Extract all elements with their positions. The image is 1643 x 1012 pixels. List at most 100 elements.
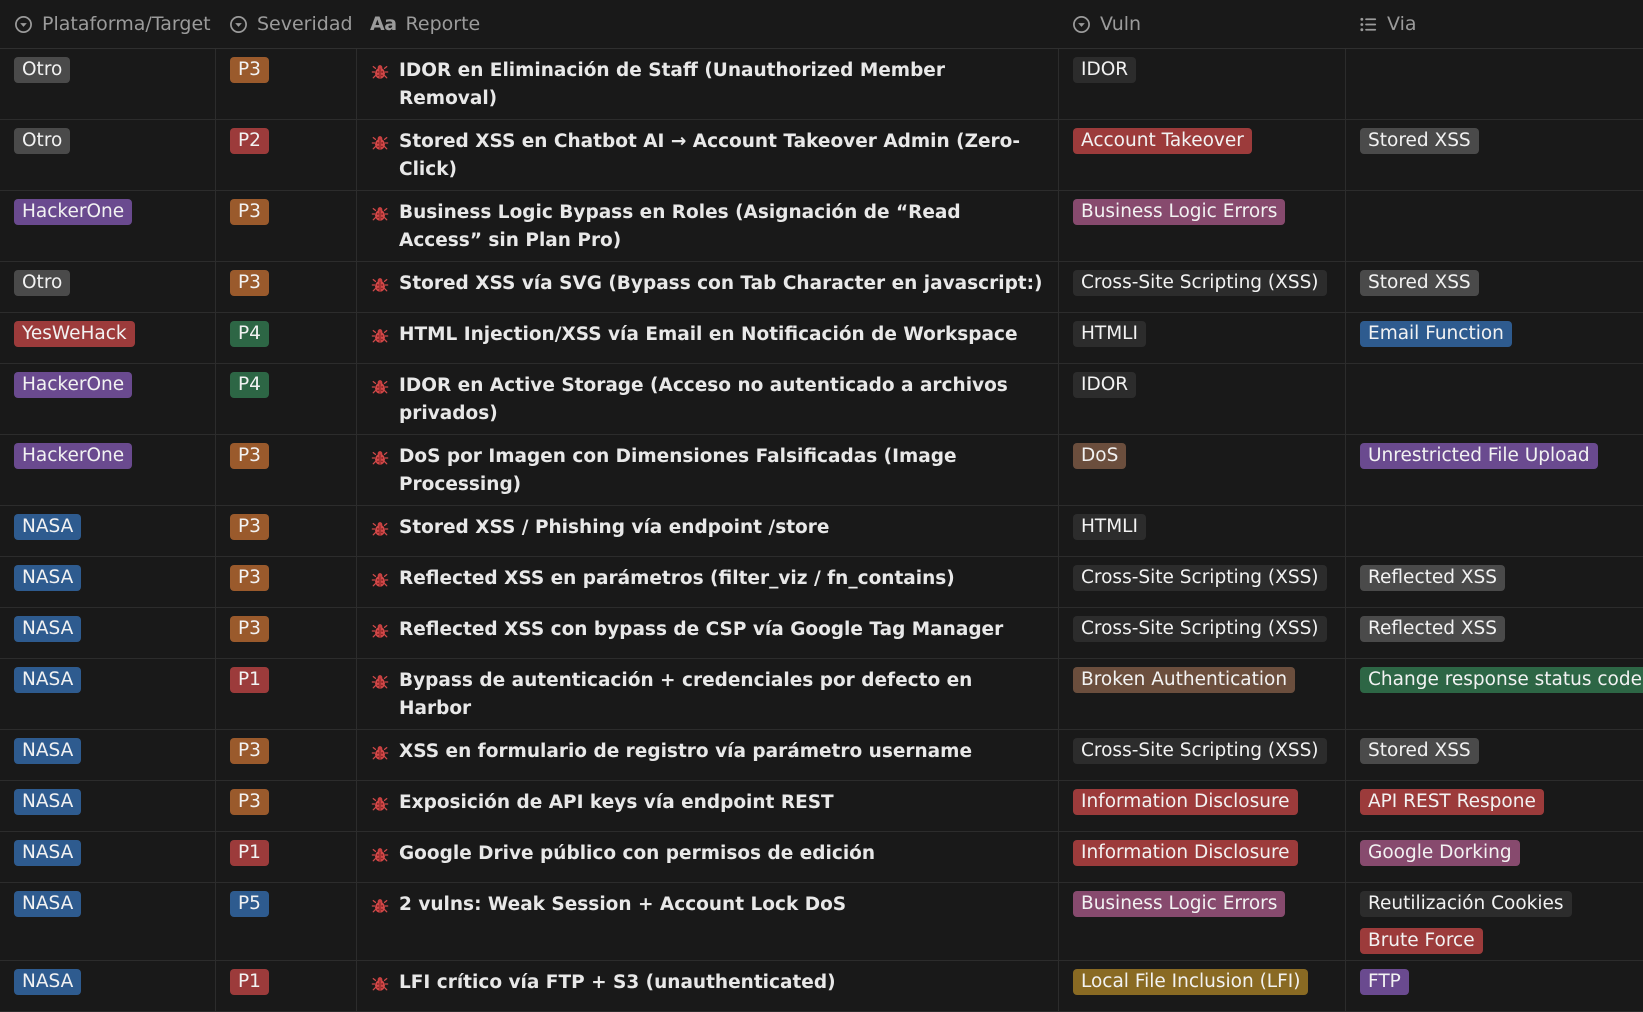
severity-tag[interactable]: P3 <box>230 789 269 815</box>
report-title-text[interactable]: Business Logic Bypass en Roles (Asignaci… <box>399 199 1048 255</box>
report-title[interactable]: Exposición de API keys vía endpoint REST <box>371 786 1048 822</box>
platform-cell[interactable]: NASA <box>0 961 215 1011</box>
report-title[interactable]: IDOR en Eliminación de Staff (Unauthoriz… <box>371 54 1048 113</box>
via-tag[interactable]: Reflected XSS <box>1360 565 1506 591</box>
severity-tag[interactable]: P3 <box>230 616 269 642</box>
vuln-cell[interactable]: Information Disclosure <box>1058 832 1345 882</box>
report-title[interactable]: XSS en formulario de registro vía paráme… <box>371 735 1048 771</box>
vuln-cell[interactable]: Account Takeover <box>1058 120 1345 190</box>
report-title[interactable]: Business Logic Bypass en Roles (Asignaci… <box>371 196 1048 255</box>
column-header-vuln[interactable]: Vuln <box>1058 0 1345 48</box>
platform-tag[interactable]: Otro <box>14 57 71 83</box>
report-title[interactable]: Stored XSS vía SVG (Bypass con Tab Chara… <box>371 267 1048 303</box>
report-title-text[interactable]: DoS por Imagen con Dimensiones Falsifica… <box>399 443 1048 499</box>
report-cell[interactable]: Stored XSS vía SVG (Bypass con Tab Chara… <box>356 262 1058 312</box>
severity-cell[interactable]: P4 <box>215 364 356 434</box>
vuln-tag[interactable]: Information Disclosure <box>1073 789 1298 815</box>
table-row[interactable]: NASA P3 Exposición de API keys vía endpoin… <box>0 781 1643 832</box>
via-cell[interactable]: Stored XSS <box>1345 262 1643 312</box>
vuln-cell[interactable]: Business Logic Errors <box>1058 191 1345 261</box>
report-cell[interactable]: Reflected XSS con bypass de CSP vía Goog… <box>356 608 1058 658</box>
report-cell[interactable]: LFI crítico vía FTP + S3 (unauthenticate… <box>356 961 1058 1011</box>
report-title-text[interactable]: IDOR en Active Storage (Acceso no autent… <box>399 372 1048 428</box>
report-title[interactable]: Bypass de autenticación + credenciales p… <box>371 664 1048 723</box>
vuln-tag[interactable]: Account Takeover <box>1073 128 1252 154</box>
via-cell[interactable]: Email Function <box>1345 313 1643 363</box>
vuln-tag[interactable]: Cross-Site Scripting (XSS) <box>1073 270 1327 296</box>
platform-tag[interactable]: NASA <box>14 514 82 540</box>
severity-tag[interactable]: P1 <box>230 969 269 995</box>
platform-cell[interactable]: YesWeHack <box>0 313 215 363</box>
vuln-tag[interactable]: Local File Inclusion (LFI) <box>1073 969 1309 995</box>
platform-cell[interactable]: NASA <box>0 730 215 780</box>
platform-tag[interactable]: NASA <box>14 667 82 693</box>
report-title[interactable]: HTML Injection/XSS vía Email en Notifica… <box>371 318 1048 354</box>
report-cell[interactable]: Bypass de autenticación + credenciales p… <box>356 659 1058 729</box>
platform-cell[interactable]: HackerOne <box>0 435 215 505</box>
platform-cell[interactable]: Otro <box>0 262 215 312</box>
table-row[interactable]: NASA P3 Stored XSS / Phishing vía endpoint… <box>0 506 1643 557</box>
severity-tag[interactable]: P2 <box>230 128 269 154</box>
report-title[interactable]: Google Drive público con permisos de edi… <box>371 837 1048 873</box>
platform-cell[interactable]: NASA <box>0 557 215 607</box>
platform-tag[interactable]: NASA <box>14 891 82 917</box>
column-header-report[interactable]: Aa Reporte <box>356 0 1058 48</box>
severity-cell[interactable]: P3 <box>215 49 356 119</box>
report-cell[interactable]: Google Drive público con permisos de edi… <box>356 832 1058 882</box>
severity-cell[interactable]: P3 <box>215 191 356 261</box>
severity-tag[interactable]: P3 <box>230 514 269 540</box>
report-title-text[interactable]: Reflected XSS en parámetros (filter_viz … <box>399 565 955 593</box>
platform-cell[interactable]: Otro <box>0 49 215 119</box>
report-title-text[interactable]: Bypass de autenticación + credenciales p… <box>399 667 1048 723</box>
column-header-severity[interactable]: Severidad <box>215 0 356 48</box>
severity-cell[interactable]: P3 <box>215 262 356 312</box>
platform-cell[interactable]: NASA <box>0 832 215 882</box>
report-title[interactable]: IDOR en Active Storage (Acceso no autent… <box>371 369 1048 428</box>
vuln-tag[interactable]: Broken Authentication <box>1073 667 1296 693</box>
via-cell[interactable]: Google Dorking <box>1345 832 1643 882</box>
report-title-text[interactable]: Reflected XSS con bypass de CSP vía Goog… <box>399 616 1003 644</box>
table-row[interactable]: Otro P3 IDOR en Eliminación de Staff (Unau… <box>0 49 1643 120</box>
via-cell[interactable]: Stored XSS <box>1345 730 1643 780</box>
via-cell[interactable]: Reflected XSS <box>1345 608 1643 658</box>
table-row[interactable]: NASA P1 Google Drive público con permisos … <box>0 832 1643 883</box>
via-tag[interactable]: Stored XSS <box>1360 270 1479 296</box>
report-title-text[interactable]: HTML Injection/XSS vía Email en Notifica… <box>399 321 1018 349</box>
platform-tag[interactable]: HackerOne <box>14 199 133 225</box>
vuln-cell[interactable]: HTMLI <box>1058 313 1345 363</box>
report-cell[interactable]: DoS por Imagen con Dimensiones Falsifica… <box>356 435 1058 505</box>
vuln-cell[interactable]: Information Disclosure <box>1058 781 1345 831</box>
severity-cell[interactable]: P4 <box>215 313 356 363</box>
severity-cell[interactable]: P3 <box>215 557 356 607</box>
report-title-text[interactable]: Stored XSS en Chatbot AI → Account Takeo… <box>399 128 1048 184</box>
severity-tag[interactable]: P3 <box>230 199 269 225</box>
severity-cell[interactable]: P3 <box>215 435 356 505</box>
severity-cell[interactable]: P3 <box>215 608 356 658</box>
vuln-cell[interactable]: Cross-Site Scripting (XSS) <box>1058 557 1345 607</box>
via-tag[interactable]: Stored XSS <box>1360 128 1479 154</box>
vuln-tag[interactable]: Cross-Site Scripting (XSS) <box>1073 616 1327 642</box>
severity-tag[interactable]: P1 <box>230 840 269 866</box>
platform-tag[interactable]: NASA <box>14 789 82 815</box>
platform-tag[interactable]: NASA <box>14 840 82 866</box>
via-tag[interactable]: Change response status code <box>1360 667 1643 693</box>
platform-cell[interactable]: NASA <box>0 659 215 729</box>
platform-tag[interactable]: Otro <box>14 128 71 154</box>
via-tag[interactable]: Unrestricted File Upload <box>1360 443 1598 469</box>
vuln-tag[interactable]: Information Disclosure <box>1073 840 1298 866</box>
column-header-platform[interactable]: Plataforma/Target <box>0 0 215 48</box>
via-tag[interactable]: Google Dorking <box>1360 840 1520 866</box>
table-row[interactable]: NASA P1 LFI crítico vía FTP + S3 (unauthen… <box>0 961 1643 1012</box>
via-cell[interactable] <box>1345 364 1643 434</box>
column-header-via[interactable]: Via <box>1345 0 1643 48</box>
severity-cell[interactable]: P5 <box>215 883 356 960</box>
platform-tag[interactable]: HackerOne <box>14 372 133 398</box>
vuln-cell[interactable]: Cross-Site Scripting (XSS) <box>1058 730 1345 780</box>
platform-tag[interactable]: NASA <box>14 616 82 642</box>
vuln-tag[interactable]: HTMLI <box>1073 321 1146 347</box>
report-cell[interactable]: HTML Injection/XSS vía Email en Notifica… <box>356 313 1058 363</box>
table-row[interactable]: NASA P5 2 vulns: Weak Session + Account Lo… <box>0 883 1643 961</box>
severity-tag[interactable]: P4 <box>230 372 269 398</box>
via-cell[interactable]: Unrestricted File Upload <box>1345 435 1643 505</box>
via-cell[interactable] <box>1345 191 1643 261</box>
